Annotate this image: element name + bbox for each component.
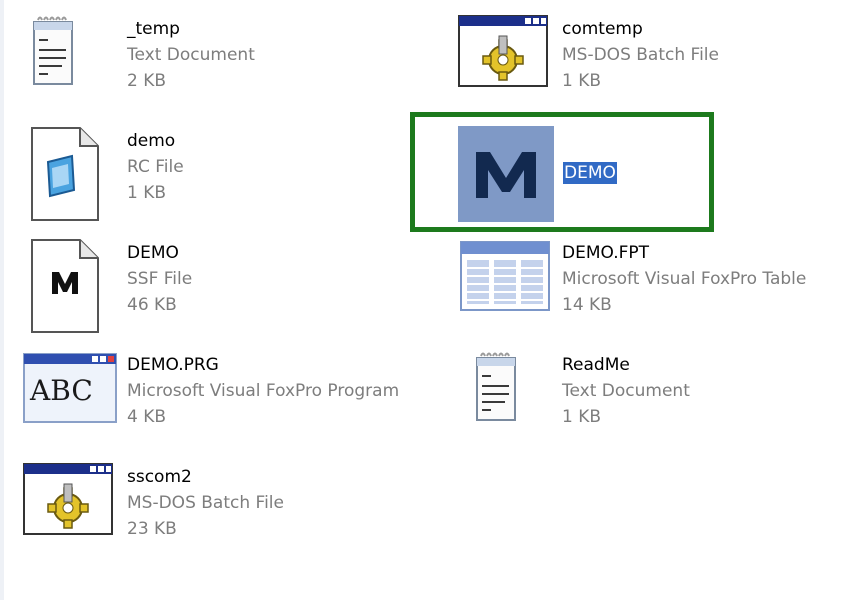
abc-program-icon: ABC — [22, 348, 117, 444]
svg-text:ABC: ABC — [29, 374, 93, 407]
file-name: demo — [127, 131, 176, 151]
batch-file-icon — [457, 12, 548, 108]
file-item-demo-fpt[interactable]: DEMO.FPT Microsoft Visual FoxPro Table 1… — [457, 236, 848, 336]
file-type: Text Document — [127, 45, 255, 65]
file-item-demo-rc[interactable]: demo RC File 1 KB — [22, 124, 442, 224]
file-size: 1 KB — [127, 183, 167, 203]
file-item-demo-prg[interactable]: ABC DEMO.PRG Microsoft Visual FoxPro Pro… — [22, 348, 442, 448]
file-name: ReadMe — [562, 355, 630, 375]
batch-file-icon — [22, 460, 113, 556]
notepad-icon — [22, 12, 112, 108]
left-edge-line — [0, 0, 4, 600]
table-icon — [457, 236, 550, 332]
file-item-readme[interactable]: ReadMe Text Document 1 KB — [457, 348, 848, 448]
file-type: MS-DOS Batch File — [127, 493, 284, 513]
file-name: sscom2 — [127, 467, 192, 487]
file-size: 4 KB — [127, 407, 167, 427]
m-app-icon — [458, 126, 554, 222]
m-document-icon — [22, 236, 112, 333]
file-size: 46 KB — [127, 295, 177, 315]
file-item-temp[interactable]: _temp Text Document 2 KB — [22, 12, 442, 112]
file-type: MS-DOS Batch File — [562, 45, 719, 65]
file-name-editing[interactable]: DEMO — [563, 162, 617, 184]
file-size: 14 KB — [562, 295, 612, 315]
file-size: 1 KB — [562, 71, 602, 91]
file-name: DEMO.PRG — [127, 355, 219, 375]
file-item-sscom2[interactable]: sscom2 MS-DOS Batch File 23 KB — [22, 460, 442, 560]
file-type: Microsoft Visual FoxPro Program — [127, 381, 400, 401]
file-size: 2 KB — [127, 71, 167, 91]
file-type: Microsoft Visual FoxPro Table — [562, 269, 807, 289]
file-name: DEMO.FPT — [562, 243, 650, 263]
file-name: comtemp — [562, 19, 643, 39]
file-size: 1 KB — [562, 407, 602, 427]
file-type: RC File — [127, 157, 184, 177]
resource-file-icon — [22, 124, 112, 221]
notepad-icon — [457, 348, 547, 444]
file-name: DEMO — [127, 243, 179, 263]
file-name: _temp — [127, 19, 180, 39]
file-item-demo-ssf[interactable]: DEMO SSF File 46 KB — [22, 236, 442, 336]
file-type: Text Document — [562, 381, 690, 401]
file-item-demo-selected[interactable]: DEMO — [458, 126, 848, 226]
file-size: 23 KB — [127, 519, 177, 539]
file-item-comtemp[interactable]: comtemp MS-DOS Batch File 1 KB — [457, 12, 848, 112]
file-type: SSF File — [127, 269, 193, 289]
